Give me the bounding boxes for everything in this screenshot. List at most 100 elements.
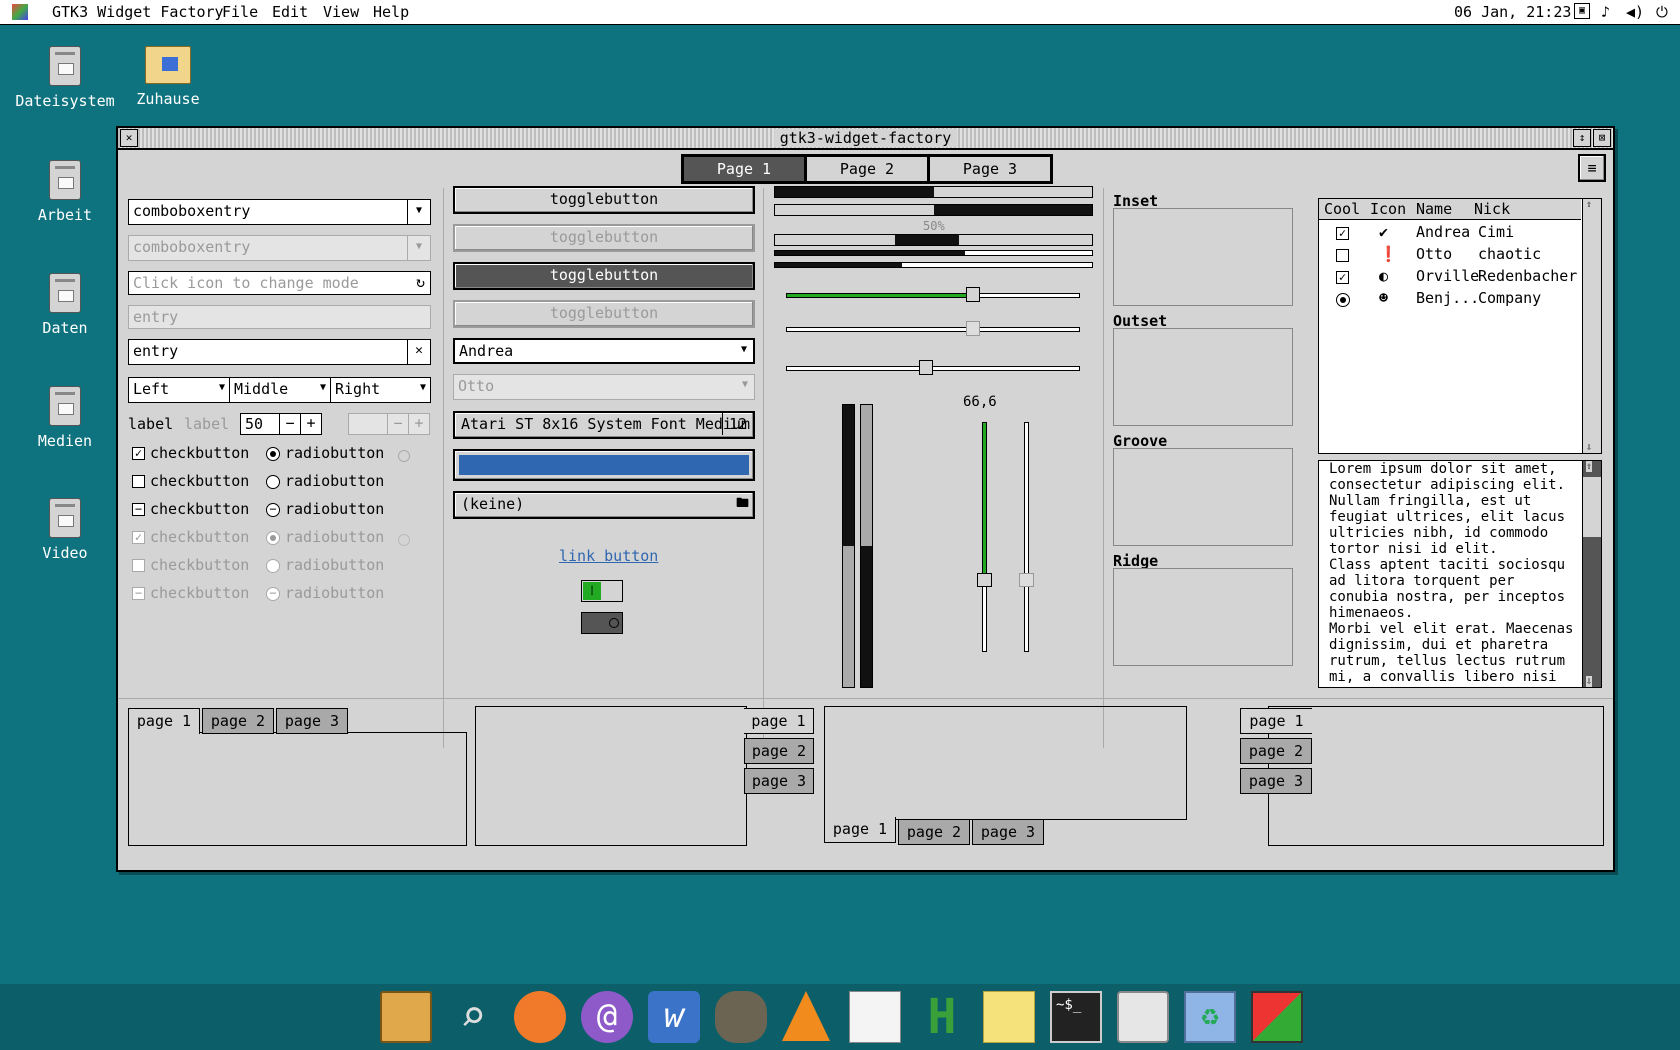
checkbutton-label[interactable]: checkbutton bbox=[150, 500, 249, 518]
nb2-tab-2[interactable]: page 2 bbox=[744, 738, 814, 764]
cool-check[interactable] bbox=[1336, 249, 1349, 262]
column-cool[interactable]: Cool bbox=[1324, 200, 1360, 218]
nb1-tab-3[interactable]: page 3 bbox=[276, 708, 348, 734]
hamburger-menu-button[interactable]: ≡ bbox=[1578, 154, 1606, 182]
tray-network-icon[interactable]: ▣ bbox=[1574, 3, 1590, 19]
bell-icon[interactable]: ♪ bbox=[1601, 3, 1610, 21]
seg-left[interactable]: Left ▼ bbox=[128, 377, 230, 403]
help-menu[interactable]: Help bbox=[373, 3, 409, 21]
text-content[interactable]: Lorem ipsum dolor sit amet, consectetur a… bbox=[1329, 461, 1573, 685]
mail-icon[interactable]: @ bbox=[581, 991, 633, 1043]
clock[interactable]: 06 Jan, 21:23 bbox=[1454, 3, 1571, 21]
column-icon[interactable]: Icon bbox=[1370, 200, 1406, 218]
text-line[interactable]: conubia nostra, per inceptos bbox=[1329, 589, 1573, 605]
terminal-icon[interactable]: ~$_ bbox=[1050, 991, 1102, 1043]
checkbutton-label[interactable]: checkbutton bbox=[150, 444, 249, 462]
tab-page-3[interactable]: Page 3 bbox=[929, 156, 1051, 182]
scroll-up-icon[interactable]: ⇧ bbox=[1586, 461, 1593, 472]
font-button[interactable]: Atari ST 8x16 System Font Medium 12 bbox=[453, 411, 755, 439]
text-view[interactable]: Lorem ipsum dolor sit amet, consectetur a… bbox=[1318, 460, 1602, 688]
scale-handle[interactable] bbox=[977, 573, 992, 587]
cool-radio[interactable] bbox=[1336, 293, 1350, 307]
radio-inconsistent[interactable]: − bbox=[266, 503, 280, 517]
nb4-tab-3[interactable]: page 3 bbox=[1240, 768, 1312, 794]
radiobutton-label[interactable]: radiobutton bbox=[285, 444, 384, 462]
file-chooser-button[interactable]: (keine) 🖿 bbox=[453, 491, 755, 519]
row-name[interactable]: Orville bbox=[1416, 267, 1479, 285]
switch-off[interactable] bbox=[581, 612, 623, 634]
scroll-up-icon[interactable]: ⇧ bbox=[1586, 199, 1592, 210]
search-icon[interactable]: ⌕ bbox=[447, 991, 499, 1043]
edit-menu[interactable]: Edit bbox=[272, 3, 308, 21]
desktop-icon-medien[interactable]: Medien bbox=[10, 386, 120, 450]
icon-entry[interactable]: Click icon to change mode ↻ bbox=[128, 271, 431, 295]
row-nick[interactable]: Redenbacher bbox=[1478, 267, 1577, 285]
spinbutton[interactable]: 50− + bbox=[240, 413, 322, 435]
vlc-icon[interactable] bbox=[782, 991, 830, 1041]
entry-text[interactable]: entry bbox=[133, 342, 178, 360]
text-line[interactable]: Lorem ipsum dolor sit amet, bbox=[1329, 461, 1573, 477]
text-line[interactable]: mi, a convallis libero nisi bbox=[1329, 669, 1573, 685]
combo-andrea[interactable]: Andrea ▼ bbox=[453, 338, 755, 364]
row-nick[interactable]: Company bbox=[1478, 289, 1541, 307]
column-nick[interactable]: Nick bbox=[1474, 200, 1510, 218]
app-logo-icon[interactable] bbox=[12, 4, 28, 20]
column-name[interactable]: Name bbox=[1416, 200, 1452, 218]
text-line[interactable]: dignissim, dui et pharetra bbox=[1329, 637, 1573, 653]
text-line[interactable]: Nullam fringilla, est ut bbox=[1329, 493, 1573, 509]
link-button[interactable]: link button bbox=[559, 547, 658, 565]
archive-icon[interactable] bbox=[380, 991, 432, 1043]
app-name-menu[interactable]: GTK3 Widget Factory bbox=[52, 3, 224, 21]
panel-icon[interactable] bbox=[1117, 991, 1169, 1043]
cool-check[interactable]: ✓ bbox=[1336, 271, 1349, 284]
switch-on[interactable]: | bbox=[581, 580, 623, 602]
file-menu[interactable]: File bbox=[222, 3, 258, 21]
iconify-icon[interactable]: ⊠ bbox=[1593, 129, 1611, 147]
desktop-icon-zuhause[interactable]: Zuhause bbox=[113, 46, 223, 108]
togglebutton-3-active[interactable]: togglebutton bbox=[453, 262, 755, 290]
nb2-tab-3[interactable]: page 3 bbox=[744, 768, 814, 794]
plus-icon[interactable]: + bbox=[300, 414, 321, 434]
nb1-tab-2[interactable]: page 2 bbox=[202, 708, 274, 734]
text-line[interactable]: tortor nisi id elit. bbox=[1329, 541, 1573, 557]
row-nick[interactable]: chaotic bbox=[1478, 245, 1541, 263]
text-line[interactable]: ultricies nibh, id commodo bbox=[1329, 525, 1573, 541]
nb4-tab-1[interactable]: page 1 bbox=[1240, 708, 1312, 734]
nb3-tab-1[interactable]: page 1 bbox=[824, 817, 896, 843]
text-line[interactable]: Morbi vel elit erat. Maecenas bbox=[1329, 621, 1573, 637]
minus-icon[interactable]: − bbox=[279, 414, 300, 434]
tab-page-1[interactable]: Page 1 bbox=[683, 156, 805, 182]
nb3-tab-3[interactable]: page 3 bbox=[972, 819, 1044, 845]
text-line[interactable]: rutrum, tellus lectus rutrum bbox=[1329, 653, 1573, 669]
scale-handle[interactable] bbox=[919, 360, 933, 375]
vscale-green[interactable] bbox=[982, 422, 987, 652]
text-line[interactable]: himenaeos. bbox=[1329, 605, 1573, 621]
power-icon[interactable]: ⏻ bbox=[1656, 3, 1668, 21]
scroll-down-icon[interactable]: ⇩ bbox=[1586, 676, 1593, 687]
desktop-icon-arbeit[interactable]: Arbeit bbox=[10, 160, 120, 224]
chevron-down-icon[interactable]: ▼ bbox=[407, 200, 430, 224]
entry-with-clear[interactable]: entry ✕ bbox=[128, 339, 431, 365]
checkbox-checked[interactable]: ✓ bbox=[132, 447, 145, 460]
cool-check[interactable]: ✓ bbox=[1336, 227, 1349, 240]
scale-green[interactable] bbox=[786, 293, 1080, 298]
desktop-icon-video[interactable]: Video bbox=[10, 498, 120, 562]
scroll-down-icon[interactable]: ⇩ bbox=[1586, 442, 1592, 453]
gimp-icon[interactable] bbox=[715, 991, 767, 1043]
combo-text[interactable]: comboboxentry bbox=[133, 202, 250, 220]
view-menu[interactable]: View bbox=[323, 3, 359, 21]
vscale-2[interactable] bbox=[1024, 422, 1029, 652]
radiobutton-label[interactable]: radiobutton bbox=[285, 472, 384, 490]
radiobutton-label[interactable]: radiobutton bbox=[285, 500, 384, 518]
writer-icon[interactable]: w bbox=[648, 991, 700, 1043]
checkbutton-label[interactable]: checkbutton bbox=[150, 472, 249, 490]
radio-selected[interactable] bbox=[266, 447, 280, 461]
row-nick[interactable]: Cimi bbox=[1478, 223, 1514, 241]
firefox-icon[interactable] bbox=[514, 991, 566, 1043]
scale-handle[interactable] bbox=[966, 287, 980, 302]
scale-handle[interactable] bbox=[966, 321, 980, 336]
text-line[interactable]: ad litora torquent per bbox=[1329, 573, 1573, 589]
scale-marks[interactable] bbox=[786, 366, 1080, 371]
scale-2[interactable] bbox=[786, 327, 1080, 332]
scale-handle[interactable] bbox=[1019, 573, 1034, 587]
